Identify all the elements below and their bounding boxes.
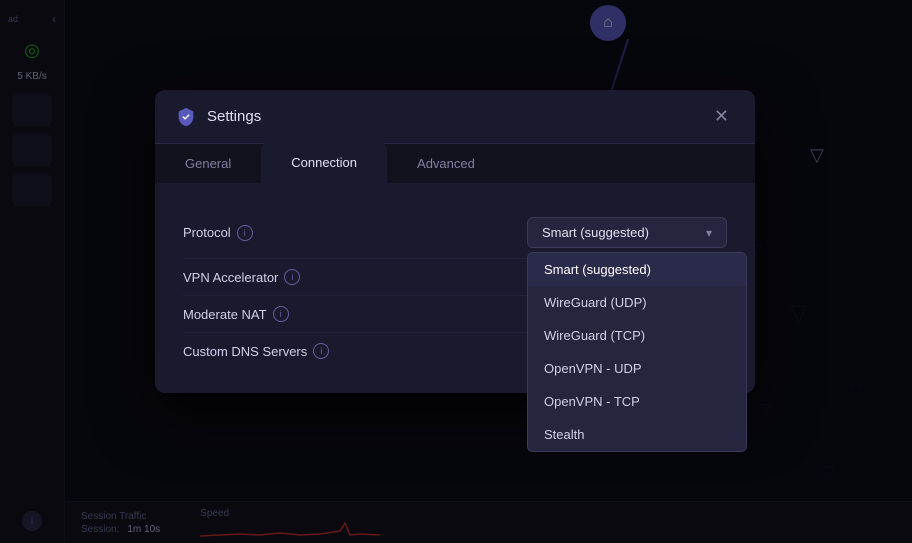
custom-dns-label-group: Custom DNS Servers i <box>183 343 329 359</box>
settings-dialog: Settings ✕ General Connection Advanced P… <box>155 90 755 393</box>
app-logo-icon <box>175 106 197 128</box>
custom-dns-label: Custom DNS Servers <box>183 344 307 359</box>
dialog-content: Protocol i Smart (suggested) ▾ Smart (su… <box>155 183 755 393</box>
moderate-nat-info-icon[interactable]: i <box>273 306 289 322</box>
vpn-accelerator-label: VPN Accelerator <box>183 270 278 285</box>
moderate-nat-label-group: Moderate NAT i <box>183 306 289 322</box>
tab-connection[interactable]: Connection <box>261 142 387 183</box>
tab-general[interactable]: General <box>155 144 261 183</box>
vpn-accelerator-info-icon[interactable]: i <box>284 269 300 285</box>
dropdown-item-openvpn-tcp[interactable]: OpenVPN - TCP <box>528 385 746 418</box>
dropdown-item-wireguard-udp[interactable]: WireGuard (UDP) <box>528 286 746 319</box>
dropdown-item-stealth[interactable]: Stealth <box>528 418 746 451</box>
protocol-selected-value: Smart (suggested) <box>542 225 649 240</box>
dropdown-item-openvpn-udp[interactable]: OpenVPN - UDP <box>528 352 746 385</box>
dialog-header: Settings ✕ <box>155 90 755 144</box>
protocol-dropdown-menu: Smart (suggested) WireGuard (UDP) WireGu… <box>527 252 747 452</box>
protocol-dropdown-btn[interactable]: Smart (suggested) ▾ <box>527 217 727 248</box>
protocol-row: Protocol i Smart (suggested) ▾ Smart (su… <box>183 207 727 259</box>
dropdown-item-wireguard-tcp[interactable]: WireGuard (TCP) <box>528 319 746 352</box>
dropdown-item-smart[interactable]: Smart (suggested) <box>528 253 746 286</box>
dropdown-arrow-icon: ▾ <box>706 226 712 240</box>
close-dialog-button[interactable]: ✕ <box>708 104 735 129</box>
dialog-title-row: Settings <box>175 106 261 128</box>
protocol-dropdown[interactable]: Smart (suggested) ▾ Smart (suggested) Wi… <box>527 217 727 248</box>
protocol-label: Protocol <box>183 225 231 240</box>
dialog-tabs: General Connection Advanced <box>155 144 755 183</box>
tab-advanced[interactable]: Advanced <box>387 144 505 183</box>
protocol-label-group: Protocol i <box>183 225 253 241</box>
moderate-nat-label: Moderate NAT <box>183 307 267 322</box>
dialog-title: Settings <box>207 108 261 125</box>
vpn-accelerator-label-group: VPN Accelerator i <box>183 269 300 285</box>
custom-dns-info-icon[interactable]: i <box>313 343 329 359</box>
protocol-info-icon[interactable]: i <box>237 225 253 241</box>
